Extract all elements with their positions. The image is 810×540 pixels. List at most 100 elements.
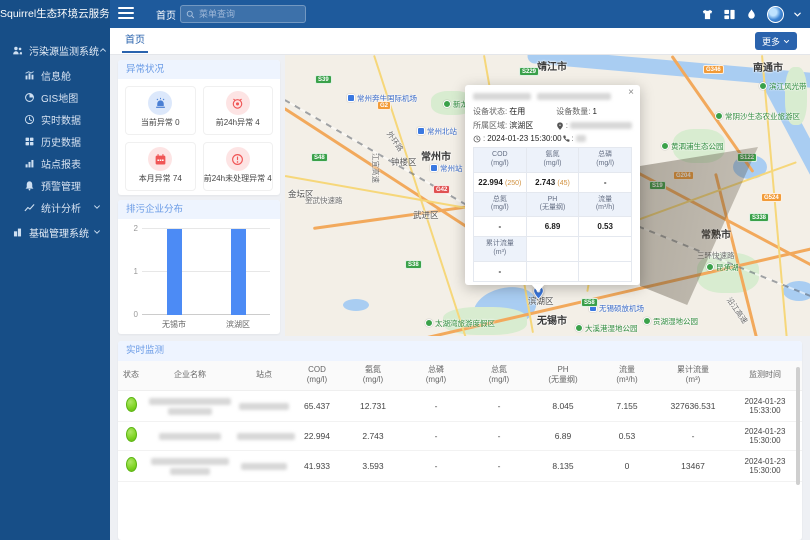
- sidebar-item-3[interactable]: 实时数据: [0, 108, 110, 130]
- sidebar-item-4[interactable]: 历史数据: [0, 130, 110, 152]
- popup-measure-header: 氨氮(mg/l): [527, 148, 579, 172]
- sidebar-item-8[interactable]: 基础管理系统: [0, 218, 110, 246]
- enterprise-distribution-panel: 排污企业分布 012无锡市滨湖区: [118, 200, 280, 334]
- sidebar-item-1[interactable]: 信息舱: [0, 64, 110, 86]
- popup-measure-table: COD(mg/l)氨氮(mg/l)总磷(mg/l)22.994 (250)2.7…: [473, 147, 632, 282]
- map-label-road: 金武快速路: [305, 195, 343, 206]
- topbar-home-label: 首页: [156, 7, 176, 22]
- popup-empty-cell: [527, 237, 579, 261]
- history-data-icon: [24, 136, 35, 147]
- region-value: 滨湖区: [509, 120, 533, 131]
- table-row-0[interactable]: 65.43712.731--8.0457.155327636.5312024-0…: [118, 390, 802, 421]
- flame-icon[interactable]: [745, 8, 758, 21]
- status-indicator: [126, 457, 137, 472]
- map-label-poi-blue: 常州北站: [417, 126, 457, 137]
- popup-measure-value: 22.994 (250): [474, 173, 526, 192]
- chart-xtick: 滨湖区: [226, 319, 250, 330]
- map-label-city: 常州市: [421, 148, 451, 163]
- realtime-monitor-panel: 实时监测 状态企业名称站点COD(mg/l)氨氮(mg/l)总磷(mg/l)总氮…: [118, 341, 802, 540]
- status-indicator: [126, 427, 137, 442]
- map-label: 金武快速路: [305, 196, 343, 205]
- chevron-down-icon[interactable]: [793, 10, 802, 19]
- sidebar-item-7[interactable]: 统计分析: [0, 196, 110, 218]
- sidebar-item-6[interactable]: 预警管理: [0, 174, 110, 196]
- park-marker-icon: [661, 142, 669, 150]
- measure-value: -: [658, 421, 728, 450]
- road-shield: G524: [761, 193, 782, 202]
- abnormal-card-3[interactable]: 前24h未处理异常 4: [203, 142, 274, 191]
- road-shield: S229: [519, 67, 539, 76]
- map-label: 滨江风光带: [769, 82, 807, 91]
- abnormal-card-0[interactable]: 当前异常 0: [125, 86, 196, 135]
- abnormal-card-1[interactable]: 前24h异常 4: [203, 86, 274, 135]
- measure-value: 6.89: [530, 421, 596, 450]
- chevron-up-icon: [99, 46, 107, 54]
- sidebar-item-0[interactable]: 污染源监测系统: [0, 36, 110, 64]
- abnormal-status-panel: 异常状况 当前异常 0前24h异常 4本月异常 74前24h未处理异常 4: [118, 60, 280, 195]
- chevron-down-icon: [93, 203, 101, 211]
- table-scrollbar[interactable]: [796, 367, 800, 485]
- bar-chart: 012无锡市滨湖区: [142, 229, 270, 315]
- menu-toggle-icon[interactable]: [118, 7, 134, 21]
- sidebar-item-label: 污染源监测系统: [29, 43, 99, 58]
- sidebar-item-5[interactable]: 站点报表: [0, 152, 110, 174]
- map-label-district: 武进区: [413, 209, 439, 221]
- popup-measure-header: 总氮(mg/l): [474, 193, 526, 217]
- map-canvas[interactable]: × 设备状态:在用 设备数量:1 所属区域:滨湖区 : :2024-01-23 …: [285, 55, 810, 336]
- sidebar-item-label: 实时数据: [41, 112, 81, 127]
- measure-value: 2024-01-23 15:33:00: [728, 390, 802, 421]
- chart-gridline: [142, 228, 270, 229]
- measure-value: -: [468, 390, 530, 421]
- redacted-text: [151, 458, 229, 465]
- popup-datetime: 2024-01-23 15:30:00: [487, 134, 561, 143]
- theme-shirt-icon[interactable]: [701, 8, 714, 21]
- clock-icon: [473, 135, 481, 143]
- layout-icon[interactable]: [723, 8, 736, 21]
- measure-value: 12.731: [342, 390, 404, 421]
- close-icon[interactable]: ×: [628, 88, 634, 98]
- redacted-text: [473, 93, 531, 100]
- measure-value: 41.933: [292, 450, 342, 481]
- warning-icon: [231, 153, 244, 166]
- park-marker-icon: [759, 82, 767, 90]
- search-input[interactable]: [199, 9, 300, 19]
- site-name-redacted: [236, 390, 292, 421]
- road-shield: S38: [405, 260, 422, 269]
- chevron-down-icon: [783, 38, 790, 45]
- map-label-district: 钟楼区: [391, 156, 417, 168]
- abnormal-card-label: 前24h异常 4: [204, 117, 273, 128]
- map-label: 无锡市: [537, 316, 567, 327]
- topbar-home-link[interactable]: 首页: [142, 0, 176, 28]
- abnormal-card-2[interactable]: 本月异常 74: [125, 142, 196, 191]
- map-label: 大溪港湿地公园: [585, 324, 638, 333]
- site-name-redacted: [236, 421, 292, 450]
- map-label: 钟楼区: [391, 157, 417, 167]
- region-label: 所属区域:: [473, 120, 507, 131]
- avatar[interactable]: [767, 6, 784, 23]
- map-label: 江宜高速: [371, 153, 380, 183]
- abnormal-card-label: 本月异常 74: [126, 173, 195, 184]
- app-logo: Squirrel生态环境云服务平台: [0, 0, 110, 28]
- popup-measure-header: 流量(m³/h): [579, 193, 631, 217]
- app-window: Squirrel生态环境云服务平台 首页 污染源监测系统信息舱GIS地图实时数据…: [0, 0, 810, 540]
- menu-search[interactable]: [180, 5, 306, 23]
- popup-empty-cell: [579, 237, 631, 261]
- popup-measure-value: -: [474, 262, 526, 281]
- map-label: 黄泗浦生态公园: [671, 142, 724, 151]
- measure-value: 8.045: [530, 390, 596, 421]
- redacted-text: [237, 433, 295, 440]
- tab-home[interactable]: 首页: [122, 28, 148, 53]
- device-status-value: 在用: [509, 106, 525, 117]
- chart-x-axis-line: [142, 314, 270, 315]
- more-button[interactable]: 更多: [755, 32, 797, 50]
- map-label: 贡湖湿地公园: [653, 317, 698, 326]
- siren-icon: [154, 97, 167, 110]
- popup-measure-value: -: [579, 173, 631, 192]
- chart-ytick: 2: [134, 224, 138, 233]
- sidebar-item-label: 基础管理系统: [29, 225, 89, 240]
- table-row-1[interactable]: 22.9942.743--6.890.53-2024-01-23 15:30:0…: [118, 421, 802, 450]
- map-label-poi-green: 黄泗浦生态公园: [661, 141, 724, 152]
- measure-value: -: [468, 450, 530, 481]
- table-row-2[interactable]: 41.9333.593--8.1350134672024-01-23 15:30…: [118, 450, 802, 481]
- sidebar-item-2[interactable]: GIS地图: [0, 86, 110, 108]
